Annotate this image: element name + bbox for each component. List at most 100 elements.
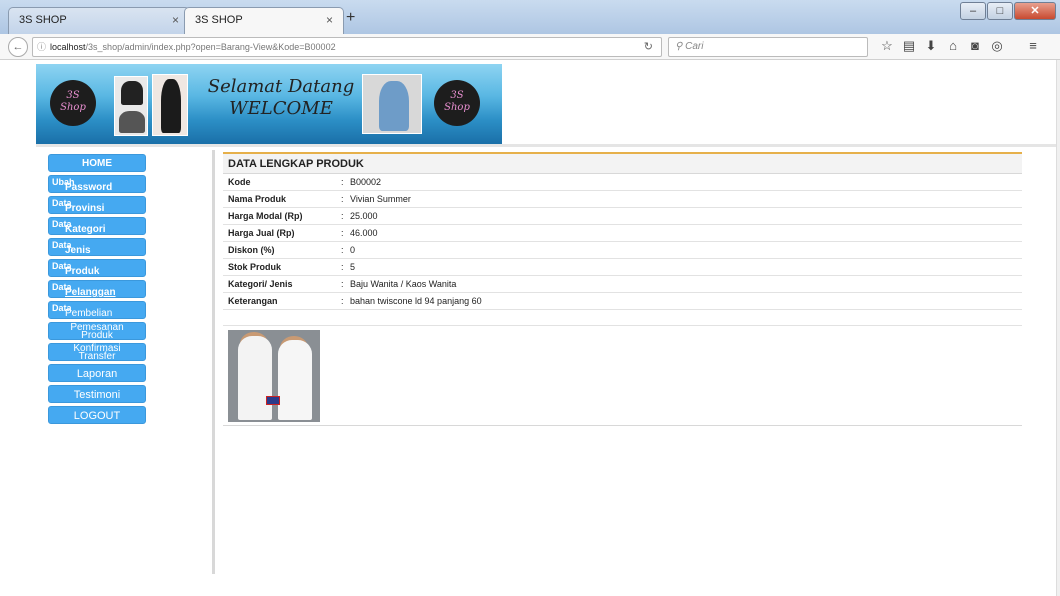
sidebar-item-provinsi[interactable]: Data Provinsi: [48, 196, 146, 214]
banner: 3S Shop Selamat Datang WELCOME 3S Shop: [36, 64, 502, 144]
sidebar-item-label: Laporan: [76, 368, 118, 380]
star-icon[interactable]: ☆: [876, 38, 898, 54]
spacer-row: [223, 310, 1022, 326]
logo-text-bottom: Shop: [444, 102, 470, 113]
logo-text-top: 3S: [66, 90, 80, 101]
sync-icon[interactable]: ◎: [986, 38, 1008, 54]
detail-row-stok: Stok Produk : 5: [223, 259, 1022, 276]
detail-value: bahan twiscone ld 94 panjang 60: [350, 296, 482, 306]
close-window-icon[interactable]: ✕: [1014, 2, 1056, 20]
detail-value: Baju Wanita / Kaos Wanita: [350, 279, 457, 289]
detail-value: B00002: [350, 177, 382, 187]
pocket-icon[interactable]: ◙: [964, 38, 986, 54]
page-scrollbar[interactable]: [1056, 60, 1060, 596]
detail-key: Nama Produk: [228, 194, 287, 204]
detail-value: 25.000: [350, 211, 378, 221]
tab-title: 3S SHOP: [195, 14, 243, 26]
banner-divider: [36, 144, 1056, 147]
detail-separator: :: [341, 194, 344, 204]
sidebar-item-label: HOME: [82, 158, 112, 169]
browser-toolbar: ☆ ▤ ⬇ ⌂ ◙ ◎ ≡: [876, 38, 1044, 54]
banner-photo-dresses: [114, 76, 148, 136]
sidebar-item-label: Testimoni: [73, 389, 121, 401]
bookmarks-icon[interactable]: ▤: [898, 38, 920, 54]
detail-value: 46.000: [350, 228, 378, 238]
browser-tab-2[interactable]: 3S SHOP ×: [184, 7, 344, 34]
close-tab-icon[interactable]: ×: [172, 13, 179, 27]
detail-separator: :: [341, 245, 344, 255]
sidebar-item-label: Password: [65, 182, 113, 193]
detail-row-diskon: Diskon (%) : 0: [223, 242, 1022, 259]
detail-separator: :: [341, 296, 344, 306]
detail-value: Vivian Summer: [350, 194, 411, 204]
url-path: /3s_shop/admin/index.php?open=Barang-Vie…: [85, 42, 336, 52]
sidebar-item-produk[interactable]: Data Produk: [48, 259, 146, 277]
sidebar-item-label-line2: Produk: [81, 330, 113, 341]
detail-key: Harga Modal (Rp): [228, 211, 303, 221]
back-arrow-icon[interactable]: ←: [8, 37, 28, 57]
sidebar-divider: [212, 150, 215, 574]
menu-icon[interactable]: ≡: [1022, 38, 1044, 54]
product-photo: [228, 330, 320, 422]
browser-titlebar: 3S SHOP × 3S SHOP × + – □ ✕: [0, 0, 1060, 34]
detail-value: 5: [350, 262, 356, 272]
detail-separator: :: [341, 279, 344, 289]
sidebar-item-konfirmasi-transfer[interactable]: Konfirmasi Transfer: [48, 343, 146, 362]
address-bar[interactable]: ⓘ localhost/3s_shop/admin/index.php?open=…: [32, 37, 662, 57]
download-icon[interactable]: ⬇: [920, 38, 942, 54]
detail-row-nama-produk: Nama Produk : Vivian Summer: [223, 191, 1022, 208]
detail-key: Stok Produk: [228, 262, 282, 272]
shop-logo-right: 3S Shop: [434, 80, 480, 126]
browser-navbar: ← ⓘ localhost/3s_shop/admin/index.php?ope…: [0, 34, 1060, 60]
sidebar-item-password[interactable]: Ubah Password: [48, 175, 146, 193]
maximize-icon[interactable]: □: [987, 2, 1013, 20]
product-image-row: [223, 326, 1022, 426]
admin-sidebar: HOME Ubah Password Data Provinsi Data Kateg…: [48, 154, 146, 427]
detail-row-keterangan: Keterangan : bahan twiscone ld 94 panjan…: [223, 293, 1022, 310]
logo-text-bottom: Shop: [60, 102, 86, 113]
detail-key: Harga Jual (Rp): [228, 228, 295, 238]
product-detail-panel: DATA LENGKAP PRODUK Kode : B00002 Nama P…: [223, 152, 1022, 426]
reload-icon[interactable]: ↻: [644, 38, 653, 56]
welcome-line-2: WELCOME: [229, 98, 333, 119]
new-tab-icon[interactable]: +: [346, 9, 355, 27]
sidebar-item-pelanggan[interactable]: Data Pelanggan: [48, 280, 146, 298]
browser-tab-1[interactable]: 3S SHOP ×: [8, 7, 190, 34]
search-icon: ⚲: [675, 41, 683, 52]
banner-photo-shirt: [362, 74, 422, 134]
close-tab-icon[interactable]: ×: [326, 13, 333, 27]
detail-key: Kategori/ Jenis: [228, 279, 293, 289]
detail-row-kategori-jenis: Kategori/ Jenis : Baju Wanita / Kaos Wan…: [223, 276, 1022, 293]
info-icon[interactable]: ⓘ: [37, 42, 46, 52]
detail-separator: :: [341, 177, 344, 187]
shop-logo: 3S Shop: [50, 80, 96, 126]
sidebar-item-home[interactable]: HOME: [48, 154, 146, 172]
window-controls: – □ ✕: [959, 2, 1056, 20]
tab-title: 3S SHOP: [19, 14, 67, 26]
minimize-icon[interactable]: –: [960, 2, 986, 20]
welcome-text: Selamat Datang WELCOME: [201, 76, 361, 120]
detail-separator: :: [341, 211, 344, 221]
sidebar-item-pembelian[interactable]: Data Pembelian: [48, 301, 146, 319]
home-icon[interactable]: ⌂: [942, 38, 964, 54]
sidebar-item-label: Pelanggan: [65, 287, 116, 298]
welcome-line-1: Selamat Datang: [207, 76, 355, 97]
detail-key: Kode: [228, 177, 251, 187]
detail-key: Diskon (%): [228, 245, 275, 255]
sidebar-item-logout[interactable]: LOGOUT: [48, 406, 146, 424]
search-input[interactable]: ⚲ Cari: [668, 37, 868, 57]
url-host: localhost: [50, 42, 86, 52]
detail-separator: :: [341, 228, 344, 238]
sidebar-item-pemesanan-produk[interactable]: Pemesanan Produk: [48, 322, 146, 341]
sidebar-item-label: LOGOUT: [73, 410, 121, 422]
detail-key: Keterangan: [228, 296, 278, 306]
sidebar-item-laporan[interactable]: Laporan: [48, 364, 146, 382]
page-title: DATA LENGKAP PRODUK: [223, 154, 1022, 174]
sidebar-item-testimoni[interactable]: Testimoni: [48, 385, 146, 403]
sidebar-item-label-line2: Transfer: [78, 351, 116, 362]
sidebar-item-kategori[interactable]: Data Kategori: [48, 217, 146, 235]
sidebar-item-label: Pembelian: [65, 308, 113, 319]
sidebar-item-jenis[interactable]: Data Jenis: [48, 238, 146, 256]
logo-text-top: 3S: [450, 90, 464, 101]
detail-row-harga-jual: Harga Jual (Rp) : 46.000: [223, 225, 1022, 242]
